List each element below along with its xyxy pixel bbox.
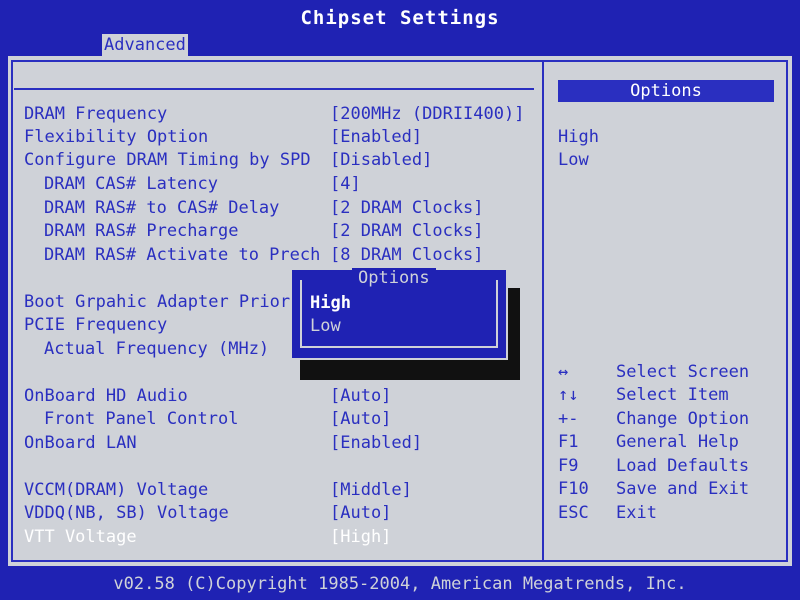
setting-vccm-dram-voltage[interactable]: VCCM(DRAM) Voltage [Middle] (0, 478, 540, 502)
setting-label: OnBoard HD Audio (24, 386, 188, 406)
setting-label: DRAM CAS# Latency (44, 174, 218, 194)
option-low: Low (558, 150, 589, 170)
popup-option-high[interactable]: High (310, 292, 351, 314)
top-rule (14, 88, 534, 90)
key-description: Save and Exit (616, 479, 750, 499)
key-description: Select Screen (616, 362, 750, 382)
setting-dram-cas-latency[interactable]: DRAM CAS# Latency [4] (0, 172, 540, 196)
setting-value: [4] (330, 174, 361, 194)
page-title: Chipset Settings (300, 7, 500, 29)
setting-vtt-voltage[interactable]: VTT Voltage [High] (0, 525, 540, 549)
setting-label: DRAM RAS# to CAS# Delay (44, 198, 280, 218)
setting-value: [Enabled] (330, 127, 423, 147)
setting-label: Flexibility Option (24, 127, 209, 147)
key-label: F1 (558, 432, 579, 452)
setting-onboard-lan[interactable]: OnBoard LAN [Enabled] (0, 431, 540, 455)
popup-title: Options (352, 268, 436, 288)
key-description: Change Option (616, 409, 750, 429)
copyright-footer: v02.58 (C)Copyright 1985-2004, American … (113, 574, 687, 594)
setting-dram-ras-activate[interactable]: DRAM RAS# Activate to Precha [8 DRAM Clo… (0, 243, 540, 267)
setting-label: Boot Grpahic Adapter Priori (24, 292, 290, 312)
setting-label: VCCM(DRAM) Voltage (24, 480, 209, 500)
popup-border (300, 280, 498, 348)
key-description: Load Defaults (616, 456, 750, 476)
setting-label: Actual Frequency (MHz) (44, 339, 270, 359)
setting-value: [200MHz (DDRII400)] (330, 104, 525, 124)
option-high: High (558, 127, 599, 147)
setting-label: DRAM RAS# Activate to Precha (44, 245, 320, 265)
setting-value: [Enabled] (330, 433, 423, 453)
setting-value: [Middle] (330, 480, 412, 500)
key-description: Exit (616, 503, 657, 523)
setting-label: Configure DRAM Timing by SPD (24, 150, 311, 170)
setting-value: [High] (330, 527, 392, 547)
setting-flexibility-option[interactable]: Flexibility Option [Enabled] (0, 125, 540, 149)
setting-dram-ras-to-cas[interactable]: DRAM RAS# to CAS# Delay [2 DRAM Clocks] (0, 196, 540, 220)
options-header: Options (558, 80, 774, 102)
setting-value: [Auto] (330, 503, 392, 523)
setting-configure-dram-timing[interactable]: Configure DRAM Timing by SPD [Disabled] (0, 148, 540, 172)
panel-divider (542, 62, 544, 560)
setting-value: [2 DRAM Clocks] (330, 221, 484, 241)
left-right-arrow-icon: ↔ (558, 362, 569, 382)
key-description: Select Item (616, 385, 729, 405)
setting-label: VTT Voltage (24, 527, 137, 547)
setting-value: [Disabled] (330, 150, 433, 170)
popup-option-low[interactable]: Low (310, 315, 341, 337)
up-down-arrow-icon: ↑↓ (558, 385, 579, 405)
key-label: F10 (558, 479, 589, 499)
title-bar: Chipset Settings (0, 0, 800, 36)
setting-vddq-voltage[interactable]: VDDQ(NB, SB) Voltage [Auto] (0, 501, 540, 525)
setting-front-panel-control[interactable]: Front Panel Control [Auto] (0, 407, 540, 431)
key-label: F9 (558, 456, 579, 476)
key-description: General Help (616, 432, 739, 452)
key-label: +- (558, 409, 579, 429)
setting-label: VDDQ(NB, SB) Voltage (24, 503, 229, 523)
setting-onboard-hd-audio[interactable]: OnBoard HD Audio [Auto] (0, 384, 540, 408)
tab-advanced[interactable]: Advanced (102, 34, 188, 56)
key-label: ESC (558, 503, 589, 523)
setting-label: Front Panel Control (44, 409, 239, 429)
setting-value: [Auto] (330, 386, 392, 406)
setting-value: [8 DRAM Clocks] (330, 245, 484, 265)
setting-label: OnBoard LAN (24, 433, 137, 453)
setting-label: DRAM Frequency (24, 104, 168, 124)
setting-label: PCIE Frequency (24, 315, 168, 335)
setting-value: [2 DRAM Clocks] (330, 198, 484, 218)
setting-dram-ras-precharge[interactable]: DRAM RAS# Precharge [2 DRAM Clocks] (0, 219, 540, 243)
setting-label: DRAM RAS# Precharge (44, 221, 239, 241)
setting-dram-frequency[interactable]: DRAM Frequency [200MHz (DDRII400)] (0, 102, 540, 126)
options-popup: Options High Low (290, 268, 508, 360)
setting-value: [Auto] (330, 409, 392, 429)
